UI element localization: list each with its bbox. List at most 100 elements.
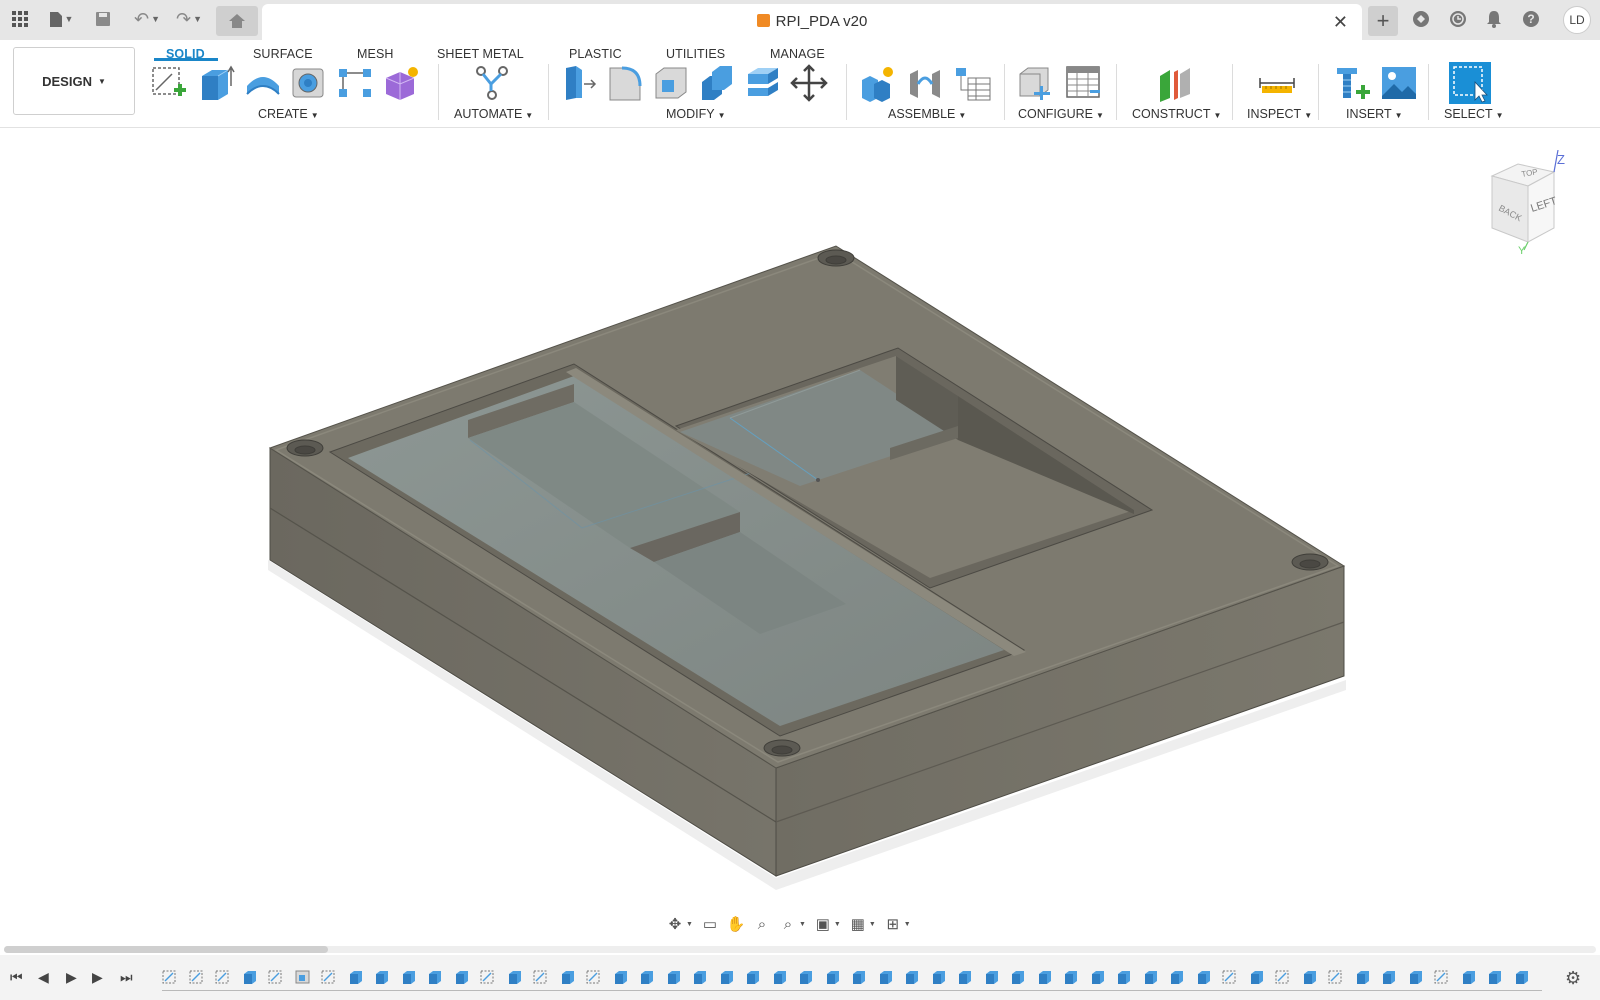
- design-canvas[interactable]: [0, 128, 1600, 946]
- timeline-extrude-icon[interactable]: [639, 969, 655, 985]
- timeline-sketch-icon[interactable]: [533, 969, 549, 985]
- insert-canvas-icon[interactable]: [1380, 64, 1418, 102]
- file-menu-button[interactable]: ▼: [44, 6, 78, 32]
- chevron-down-icon[interactable]: ▼: [834, 921, 841, 928]
- timeline-extrude-icon[interactable]: [1010, 969, 1026, 985]
- go-to-start-icon[interactable]: ⏮: [10, 969, 23, 986]
- view-cube[interactable]: TOP BACK LEFT Z Y: [1478, 150, 1588, 260]
- timeline-extrude-icon[interactable]: [1355, 969, 1371, 985]
- timeline-sketch-icon[interactable]: [1222, 969, 1238, 985]
- timeline-sketch-icon[interactable]: [215, 969, 231, 985]
- timeline-extrude-icon[interactable]: [957, 969, 973, 985]
- play-icon[interactable]: ▶: [66, 969, 77, 986]
- avatar[interactable]: LD: [1563, 6, 1591, 34]
- select-icon[interactable]: [1449, 62, 1491, 104]
- timeline-extrude-icon[interactable]: [772, 969, 788, 985]
- create-sketch-icon[interactable]: [150, 64, 188, 102]
- job-status-icon[interactable]: [1447, 6, 1469, 32]
- timeline-extrude-icon[interactable]: [242, 969, 258, 985]
- timeline-extrude-icon[interactable]: [719, 969, 735, 985]
- timeline-extrude-icon[interactable]: [1116, 969, 1132, 985]
- notifications-icon[interactable]: [1483, 6, 1505, 32]
- timeline-extrude-icon[interactable]: [1196, 969, 1212, 985]
- enclosure-model[interactable]: [0, 128, 1600, 946]
- create-form-icon[interactable]: [382, 64, 420, 102]
- redo-button[interactable]: ↷ ▼: [172, 6, 206, 32]
- offset-plane-icon[interactable]: [1156, 64, 1194, 102]
- home-button[interactable]: [216, 6, 258, 36]
- timeline-extrude-icon[interactable]: [374, 969, 390, 985]
- select-menu[interactable]: SELECT ▼: [1444, 107, 1504, 121]
- timeline-scrollbar[interactable]: [4, 946, 1596, 953]
- timeline-extrude-icon[interactable]: [507, 969, 523, 985]
- timeline-extrude-icon[interactable]: [1408, 969, 1424, 985]
- viewports-icon[interactable]: ⊞: [884, 915, 902, 933]
- modify-menu[interactable]: MODIFY ▼: [666, 107, 726, 121]
- timeline-extrude-icon[interactable]: [1461, 969, 1477, 985]
- workspace-switcher-button[interactable]: DESIGN ▼: [13, 47, 135, 115]
- chevron-down-icon[interactable]: ▼: [904, 921, 911, 928]
- step-back-icon[interactable]: ◀: [38, 969, 49, 986]
- document-tab[interactable]: RPI_PDA v20 ✕: [262, 4, 1362, 40]
- timeline-extrude-icon[interactable]: [613, 969, 629, 985]
- display-settings-icon[interactable]: ▣: [814, 915, 832, 933]
- construct-menu[interactable]: CONSTRUCT ▼: [1132, 107, 1221, 121]
- timeline-extrude-icon[interactable]: [666, 969, 682, 985]
- timeline-extrude-icon[interactable]: [1514, 969, 1530, 985]
- timeline-sketch-icon[interactable]: [321, 969, 337, 985]
- help-icon[interactable]: ?: [1520, 6, 1542, 32]
- timeline-extrude-icon[interactable]: [1169, 969, 1185, 985]
- timeline-extrude-icon[interactable]: [1302, 969, 1318, 985]
- close-tab-icon[interactable]: ✕: [1333, 12, 1348, 33]
- new-component-icon[interactable]: [858, 64, 896, 102]
- timeline-sketch-icon[interactable]: [189, 969, 205, 985]
- timeline-extrude-icon[interactable]: [825, 969, 841, 985]
- timeline-extrude-icon[interactable]: [1143, 969, 1159, 985]
- timeline-extrude-icon[interactable]: [454, 969, 470, 985]
- orbit-icon[interactable]: ✥: [666, 915, 684, 933]
- combine-icon[interactable]: [698, 64, 736, 102]
- automate-menu[interactable]: AUTOMATE ▼: [454, 107, 533, 121]
- chevron-down-icon[interactable]: ▼: [869, 921, 876, 928]
- timeline-extrude-icon[interactable]: [560, 969, 576, 985]
- timeline-extrude-icon[interactable]: [878, 969, 894, 985]
- timeline-extrude-icon[interactable]: [798, 969, 814, 985]
- gear-icon[interactable]: ⚙: [1565, 968, 1581, 989]
- configure-design-icon[interactable]: [1016, 64, 1054, 102]
- timeline-extrude-icon[interactable]: [1090, 969, 1106, 985]
- create-menu[interactable]: CREATE ▼: [258, 107, 319, 121]
- timeline-extrude-icon[interactable]: [931, 969, 947, 985]
- timeline-sketch-icon[interactable]: [1434, 969, 1450, 985]
- chevron-down-icon[interactable]: ▼: [686, 921, 693, 928]
- go-to-end-icon[interactable]: ⏭: [120, 969, 133, 986]
- undo-button[interactable]: ↶ ▼: [130, 6, 164, 32]
- grid-settings-icon[interactable]: ▦: [849, 915, 867, 933]
- timeline-extrude-icon[interactable]: [401, 969, 417, 985]
- save-icon[interactable]: [92, 6, 114, 32]
- timeline-extrude-icon[interactable]: [427, 969, 443, 985]
- timeline-sketch-icon[interactable]: [1328, 969, 1344, 985]
- configure-menu[interactable]: CONFIGURE ▼: [1018, 107, 1104, 121]
- offset-face-icon[interactable]: [744, 64, 782, 102]
- timeline-sketch-icon[interactable]: [268, 969, 284, 985]
- automate-icon[interactable]: [473, 64, 511, 102]
- scrollbar-thumb[interactable]: [4, 946, 328, 953]
- timeline-sketch-icon[interactable]: [1275, 969, 1291, 985]
- extensions-icon[interactable]: [1410, 6, 1432, 32]
- tab-surface[interactable]: SURFACE: [253, 47, 313, 61]
- chevron-down-icon[interactable]: ▼: [799, 921, 806, 928]
- shell-icon[interactable]: [652, 64, 690, 102]
- tab-manage[interactable]: MANAGE: [770, 47, 825, 61]
- timeline-sketch-icon[interactable]: [480, 969, 496, 985]
- tab-utilities[interactable]: UTILITIES: [666, 47, 725, 61]
- timeline-extrude-icon[interactable]: [851, 969, 867, 985]
- bill-of-materials-icon[interactable]: [954, 64, 992, 102]
- timeline-extrude-icon[interactable]: [692, 969, 708, 985]
- timeline-sketch-icon[interactable]: [162, 969, 178, 985]
- tab-sheet-metal[interactable]: SHEET METAL: [437, 47, 524, 61]
- move-icon[interactable]: [790, 64, 828, 102]
- configuration-table-icon[interactable]: [1064, 64, 1102, 102]
- assemble-menu[interactable]: ASSEMBLE ▼: [888, 107, 966, 121]
- timeline-extrude-icon[interactable]: [984, 969, 1000, 985]
- new-tab-button[interactable]: +: [1368, 6, 1398, 36]
